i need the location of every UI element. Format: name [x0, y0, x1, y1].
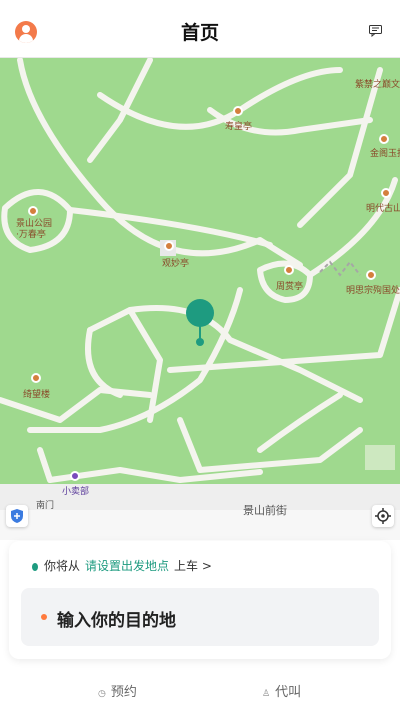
poi-marker: [366, 270, 376, 280]
poi-marker: [70, 471, 80, 481]
locate-icon: [375, 508, 391, 524]
pickup-location-icon: [32, 562, 38, 571]
locate-button[interactable]: [372, 505, 394, 527]
poi-label[interactable]: 景山公园 ·万春亭: [16, 219, 52, 241]
poi-marker: [233, 106, 243, 116]
message-icon[interactable]: [369, 25, 382, 37]
person-icon: ♙: [262, 689, 271, 699]
poi-label[interactable]: 金阁玉捐: [370, 146, 400, 159]
shield-button[interactable]: [6, 505, 28, 527]
location-pin-dot: [196, 338, 204, 346]
pickup-suffix: 上车 >: [174, 559, 212, 573]
poi-label-line2: ·万春亭: [16, 230, 46, 240]
poi-marker: [381, 188, 391, 198]
destination-dot-icon: [41, 614, 47, 620]
poi-marker: [284, 265, 294, 275]
street-label: 景山前街: [243, 504, 287, 517]
poi-label[interactable]: 观妙亭: [162, 256, 189, 269]
pickup-row[interactable]: 你将从 请设置出发地点 上车 >: [32, 557, 212, 574]
pickup-link[interactable]: 请设置出发地点: [85, 559, 169, 573]
bottom-tabs: ◷ 预约 ♙ 代叫: [0, 675, 400, 711]
shield-icon: [11, 509, 23, 523]
poi-label[interactable]: 小卖部: [62, 484, 89, 497]
poi-marker: [379, 134, 389, 144]
pickup-prefix: 你将从: [44, 559, 81, 573]
destination-placeholder: 输入你的目的地: [57, 611, 176, 631]
poi-label-line1: 景山公园: [16, 219, 53, 229]
poi-label[interactable]: 紫禁之巅文化: [355, 77, 400, 90]
location-pin-icon: [186, 299, 214, 327]
tab-call-label: 代叫: [275, 685, 302, 700]
tab-call-for-others[interactable]: ♙ 代叫: [262, 681, 301, 700]
destination-input[interactable]: 输入你的目的地: [21, 588, 379, 646]
poi-label[interactable]: 寿皇亭: [225, 119, 252, 132]
poi-marker: [31, 373, 41, 383]
poi-label[interactable]: 南门: [36, 498, 54, 511]
clock-icon: ◷: [98, 689, 106, 699]
poi-marker: [28, 206, 38, 216]
top-bar: 首页: [0, 0, 400, 58]
poi-marker: [164, 241, 174, 251]
page-title: 首页: [180, 22, 219, 44]
poi-label[interactable]: 明代古山: [366, 201, 400, 214]
poi-label[interactable]: 周赏亭: [276, 279, 303, 292]
poi-label[interactable]: 明思宗殉国处: [346, 283, 400, 296]
poi-label[interactable]: 绮望楼: [23, 387, 50, 400]
tab-reserve-label: 预约: [110, 685, 137, 700]
tab-reserve[interactable]: ◷ 预约: [98, 681, 137, 700]
